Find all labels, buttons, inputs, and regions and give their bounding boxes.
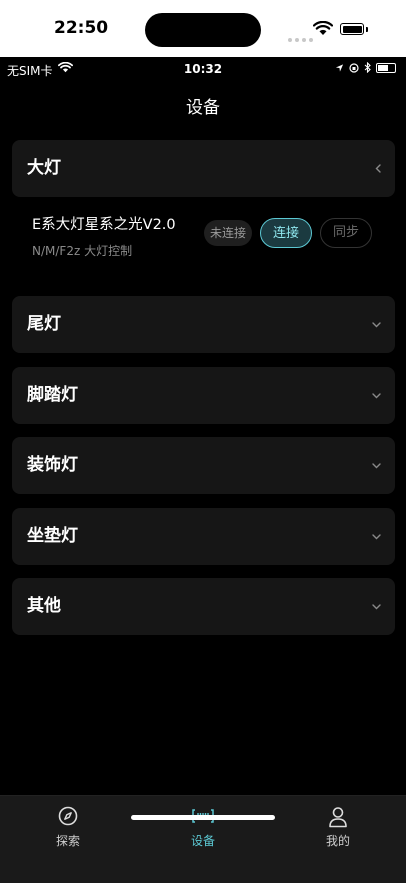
home-indicator[interactable] [131, 815, 275, 820]
device-name: E系大灯星系之光V2.0 [32, 217, 176, 233]
section-headlight[interactable]: 大灯 [12, 140, 395, 197]
chevron-left-icon [375, 140, 381, 197]
chevron-down-icon [372, 508, 381, 565]
battery-icon [340, 23, 364, 35]
tab-profile[interactable]: 我的 [270, 796, 406, 856]
chevron-down-icon [372, 367, 381, 424]
device-row: E系大灯星系之光V2.0 N/M/F2z 大灯控制 未连接 连接 同步 [12, 197, 395, 277]
tab-label: 设备 [190, 834, 215, 848]
signal-dots-icon [288, 27, 316, 46]
outer-status-bar: 22:50 [0, 0, 406, 57]
section-title: 其他 [27, 596, 61, 616]
connection-status-badge: 未连接 [204, 220, 252, 246]
location-icon [335, 63, 344, 72]
status-icons [335, 62, 396, 73]
section-pedal-light[interactable]: 脚踏灯 [12, 367, 395, 424]
chevron-down-icon [372, 296, 381, 353]
lock-rotation-icon [349, 62, 359, 73]
device-subtitle: N/M/F2z 大灯控制 [32, 244, 133, 258]
profile-icon [329, 807, 347, 828]
chevron-down-icon [372, 578, 381, 635]
battery-icon [376, 62, 396, 73]
tab-bar: 探索 设备 我的 [0, 795, 406, 883]
sync-button[interactable]: 同步 [320, 218, 372, 248]
section-title: 大灯 [27, 158, 61, 178]
section-decor-light[interactable]: 装饰灯 [12, 437, 395, 494]
section-other[interactable]: 其他 [12, 578, 395, 635]
tab-explore[interactable]: 探索 [0, 796, 136, 856]
connect-button[interactable]: 连接 [260, 218, 312, 248]
section-title: 坐垫灯 [27, 526, 78, 546]
bluetooth-icon [364, 62, 371, 73]
tab-label: 我的 [325, 834, 350, 848]
page-title: 设备 [186, 98, 220, 118]
section-title: 尾灯 [27, 314, 61, 334]
app-screen: 无SIM卡 10:32 设备 大灯 E系大灯星系之光V2.0 N/M/F2z 大… [0, 57, 406, 883]
outer-clock: 22:50 [54, 18, 109, 38]
inner-status-bar: 无SIM卡 10:32 [0, 57, 406, 81]
section-taillight[interactable]: 尾灯 [12, 296, 395, 353]
tab-label: 探索 [55, 834, 80, 848]
section-seat-light[interactable]: 坐垫灯 [12, 508, 395, 565]
dynamic-island [145, 13, 261, 47]
tab-devices[interactable]: 设备 [135, 796, 271, 856]
wifi-icon [313, 21, 333, 35]
battery-tip [366, 27, 368, 32]
section-title: 脚踏灯 [27, 385, 78, 405]
section-title: 装饰灯 [27, 455, 78, 475]
compass-icon [58, 806, 78, 826]
chevron-down-icon [372, 437, 381, 494]
